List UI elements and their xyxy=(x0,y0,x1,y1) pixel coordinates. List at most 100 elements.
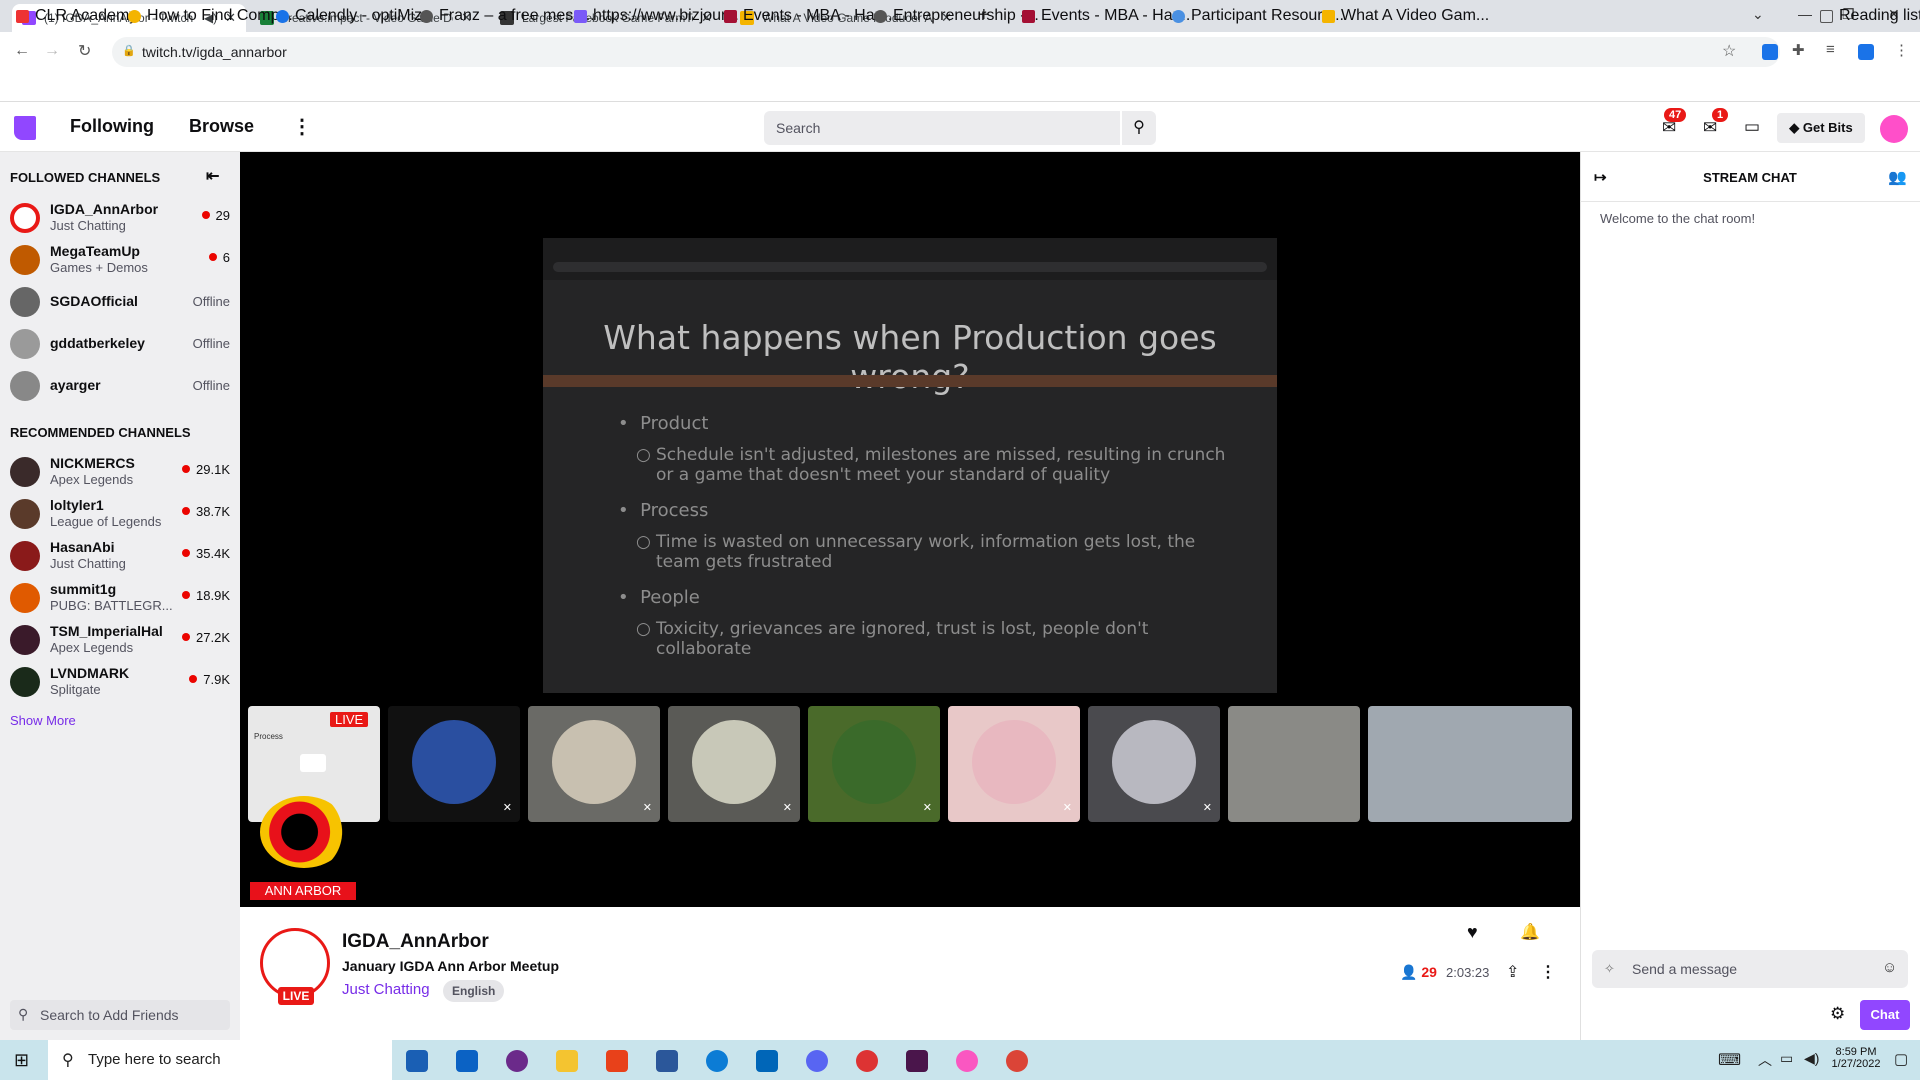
friend-search-input[interactable]: Search to Add Friends xyxy=(10,1000,230,1030)
obs-app-icon[interactable] xyxy=(856,1050,878,1072)
language-tag[interactable]: English xyxy=(443,980,505,1002)
followed-channel-item[interactable]: ayarger Offline xyxy=(0,366,240,408)
emote-picker-icon[interactable]: ☺ xyxy=(1882,959,1897,976)
notification-center-icon[interactable]: ▢ xyxy=(1894,1050,1908,1068)
url-bar[interactable]: twitch.tv/igda_annarbor xyxy=(112,37,1780,67)
more-options-icon[interactable]: ⋮ xyxy=(1540,962,1556,982)
windows-start-icon[interactable]: ⊞ xyxy=(14,1050,29,1071)
system-clock[interactable]: 8:59 PM 1/27/2022 xyxy=(1826,1046,1886,1070)
bookmark-item[interactable]: How to Find Comp... xyxy=(128,7,293,25)
more-dots-icon[interactable]: ⋮ xyxy=(292,114,312,139)
channel-name[interactable]: IGDA_AnnArbor xyxy=(342,931,489,953)
chat-send-button[interactable]: Chat xyxy=(1860,1000,1910,1030)
media-control-icon[interactable]: ≡ xyxy=(1826,41,1835,58)
taskbar-search-input[interactable]: Type here to search xyxy=(48,1040,392,1080)
get-bits-button[interactable]: ◆ Get Bits xyxy=(1777,113,1865,143)
forward-icon[interactable]: → xyxy=(44,42,60,60)
more-menu-icon[interactable]: ⋮ xyxy=(1894,41,1909,59)
bookmark-item[interactable]: Events - MBA - Har... xyxy=(1022,7,1190,25)
reload-icon[interactable]: ↻ xyxy=(78,41,91,61)
channel-avatar xyxy=(10,329,40,359)
viewer-count: 38.7K xyxy=(182,504,230,519)
bookmark-item[interactable]: What A Video Gam... xyxy=(1322,7,1489,25)
followed-channels-header: FOLLOWED CHANNELS xyxy=(10,170,161,185)
participant-avatar xyxy=(1112,720,1196,804)
followed-channel-item[interactable]: MegaTeamUp Games + Demos 6 xyxy=(0,240,240,282)
bookmark-item[interactable]: Entrepreneurship -... xyxy=(874,7,1039,25)
bookmark-item[interactable]: CLR Academy xyxy=(16,7,137,25)
viewer-count: 29.1K xyxy=(182,462,230,477)
live-dot-icon xyxy=(182,465,191,473)
follow-heart-icon[interactable]: ♥ xyxy=(1467,922,1478,943)
participant-tile: ✕ xyxy=(1088,706,1220,822)
chrome-browser-icon[interactable] xyxy=(1006,1050,1028,1072)
followed-channel-item[interactable]: IGDA_AnnArbor Just Chatting 29 xyxy=(0,198,240,240)
collapse-sidebar-icon[interactable]: ⇤ xyxy=(206,166,219,186)
keyboard-icon[interactable]: ⌨ xyxy=(1718,1050,1741,1070)
participant-tile: ✕ xyxy=(388,706,520,822)
lock-icon[interactable]: 🔒 xyxy=(122,44,136,57)
recommended-channel-item[interactable]: loltyler1 League of Legends 38.7K xyxy=(0,494,240,536)
minimize-icon[interactable]: — xyxy=(1798,6,1812,22)
word-app-icon[interactable] xyxy=(656,1050,678,1072)
reading-list-button[interactable]: Reading list xyxy=(1820,7,1920,25)
tray-chevron-icon[interactable]: ︿ xyxy=(1758,1050,1772,1070)
recommended-channel-item[interactable]: NICKMERCS Apex Legends 29.1K xyxy=(0,452,240,494)
nav-browse[interactable]: Browse xyxy=(189,116,254,137)
user-avatar[interactable] xyxy=(1880,115,1908,143)
followed-channel-item[interactable]: SGDAOfficial Offline xyxy=(0,282,240,324)
volume-icon[interactable]: ◀) xyxy=(1804,1050,1819,1067)
tab-search-icon[interactable]: ⌄ xyxy=(1752,6,1764,23)
channel-avatar xyxy=(10,583,40,613)
bookmark-item[interactable]: Calendly - optiMize xyxy=(276,7,431,25)
igda-logo-icon xyxy=(260,796,348,868)
slide-browser-chrome xyxy=(543,238,1277,280)
twitch-logo-icon[interactable] xyxy=(14,116,36,140)
bookmark-star-icon[interactable]: ☆ xyxy=(1722,41,1736,61)
store-app-icon[interactable] xyxy=(406,1050,428,1072)
nav-following[interactable]: Following xyxy=(70,116,154,137)
office-app-icon[interactable] xyxy=(606,1050,628,1072)
search-icon[interactable]: ⚲ xyxy=(1120,111,1156,145)
bookmarks-bar xyxy=(0,72,1920,102)
recommended-channel-item[interactable]: TSM_ImperialHal Apex Legends 27.2K xyxy=(0,620,240,662)
channel-avatar xyxy=(10,287,40,317)
edge-browser-icon[interactable] xyxy=(706,1050,728,1072)
bookmark-item[interactable]: Franz – a free mess... xyxy=(420,7,595,25)
chat-settings-gear-icon[interactable]: ⚙ xyxy=(1830,1004,1845,1024)
app-circle-icon[interactable] xyxy=(506,1050,528,1072)
bookmark-item[interactable]: Participant Resourc... xyxy=(1172,7,1344,25)
whispers-icon[interactable]: ▭ xyxy=(1744,117,1760,137)
music-app-icon[interactable] xyxy=(956,1050,978,1072)
vscode-app-icon[interactable] xyxy=(756,1050,778,1072)
participant-avatar xyxy=(832,720,916,804)
shield-extension-icon[interactable] xyxy=(1858,44,1874,60)
chat-users-icon[interactable]: 👥 xyxy=(1888,168,1907,186)
category-link[interactable]: Just Chatting xyxy=(342,981,430,998)
search-input[interactable]: Search xyxy=(764,111,1120,145)
recommended-channel-item[interactable]: HasanAbi Just Chatting 35.4K xyxy=(0,536,240,578)
discord-app-icon[interactable] xyxy=(806,1050,828,1072)
slide-bullet: • Process xyxy=(618,500,709,521)
notification-bell-icon[interactable]: 🔔 xyxy=(1520,922,1540,942)
recommended-channel-item[interactable]: LVNDMARK Splitgate 7.9K xyxy=(0,662,240,704)
file-explorer-icon[interactable] xyxy=(556,1050,578,1072)
slack-app-icon[interactable] xyxy=(906,1050,928,1072)
network-icon[interactable]: ▭ xyxy=(1780,1050,1793,1067)
participant-avatar xyxy=(972,720,1056,804)
channel-avatar xyxy=(10,667,40,697)
channel-avatar xyxy=(10,371,40,401)
extension-icon[interactable] xyxy=(1762,44,1778,60)
puzzle-extensions-icon[interactable]: ✚ xyxy=(1792,41,1805,59)
share-icon[interactable]: ⇪ xyxy=(1506,962,1519,982)
recommended-channel-item[interactable]: summit1g PUBG: BATTLEGR... 18.9K xyxy=(0,578,240,620)
followed-channel-item[interactable]: gddatberkeley Offline xyxy=(0,324,240,366)
mic-muted-icon: ✕ xyxy=(502,802,512,814)
chat-input[interactable]: Send a message xyxy=(1592,950,1908,988)
show-more-link[interactable]: Show More xyxy=(10,713,76,728)
bookmark-item[interactable]: Events - MBA - Har... xyxy=(724,7,892,25)
mail-app-icon[interactable] xyxy=(456,1050,478,1072)
bookmark-item[interactable]: https://www.bizjour... xyxy=(574,7,739,25)
back-icon[interactable]: ← xyxy=(14,42,30,60)
bits-sparkle-icon[interactable]: ✧ xyxy=(1604,961,1615,977)
